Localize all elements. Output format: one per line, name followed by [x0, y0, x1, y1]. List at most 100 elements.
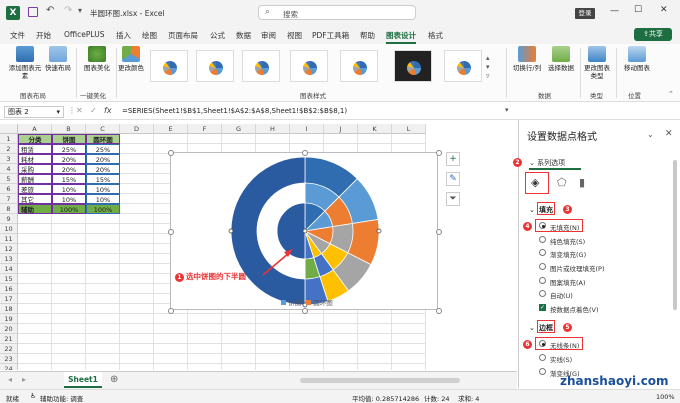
row-header-2[interactable]: 2	[0, 144, 18, 154]
row-header-11[interactable]: 11	[0, 234, 18, 244]
cell-G20[interactable]	[222, 324, 256, 334]
cell-H20[interactable]	[256, 324, 290, 334]
cell-H23[interactable]	[256, 354, 290, 364]
row-header-15[interactable]: 15	[0, 274, 18, 284]
cell-C2[interactable]: 25%	[86, 144, 120, 154]
cell-K23[interactable]	[358, 354, 392, 364]
formula-text[interactable]: =SERIES(Sheet1!$B$1,Sheet1!$A$2:$A$8,She…	[122, 107, 347, 115]
cell-B5[interactable]: 15%	[52, 174, 86, 184]
cell-D8[interactable]	[120, 204, 154, 214]
qat-more-icon[interactable]: ▾	[78, 6, 82, 15]
row-header-22[interactable]: 22	[0, 344, 18, 354]
cell-A11[interactable]	[18, 234, 52, 244]
fill-line-tab-icon[interactable]: ◈	[531, 176, 539, 189]
accessibility-status[interactable]: 辅助功能: 调查	[40, 393, 83, 403]
chart-elements-plus-icon[interactable]: +	[446, 152, 460, 166]
cell-A20[interactable]	[18, 324, 52, 334]
cell-C7[interactable]: 10%	[86, 194, 120, 204]
cell-A13[interactable]	[18, 254, 52, 264]
select-data-button[interactable]: 选择数据	[544, 46, 578, 72]
cell-L23[interactable]	[392, 354, 426, 364]
cell-D16[interactable]	[120, 284, 154, 294]
fx-icon[interactable]: fx	[104, 106, 112, 115]
tab-insert[interactable]: 插入	[116, 30, 131, 41]
cell-D19[interactable]	[120, 314, 154, 324]
pane-options-chevron-icon[interactable]: ⌄	[647, 130, 654, 139]
cell-D20[interactable]	[120, 324, 154, 334]
column-header-K[interactable]: K	[358, 124, 392, 134]
chart-style-6[interactable]	[394, 50, 432, 82]
chart-style-4[interactable]	[290, 50, 328, 82]
row-header-20[interactable]: 20	[0, 324, 18, 334]
tab-data[interactable]: 数据	[236, 30, 251, 41]
cell-H1[interactable]	[256, 134, 290, 144]
cell-C8[interactable]: 100%	[86, 204, 120, 214]
cell-F24[interactable]	[188, 364, 222, 370]
cell-A1[interactable]: 分类	[18, 134, 52, 144]
row-header-24[interactable]: 24	[0, 364, 18, 370]
cell-C18[interactable]	[86, 304, 120, 314]
cell-E21[interactable]	[154, 334, 188, 344]
chart-style-5[interactable]	[340, 50, 378, 82]
cell-D18[interactable]	[120, 304, 154, 314]
cell-B6[interactable]: 10%	[52, 184, 86, 194]
cell-D15[interactable]	[120, 274, 154, 284]
redo-icon[interactable]: ↷	[64, 5, 72, 16]
cell-G23[interactable]	[222, 354, 256, 364]
cell-A18[interactable]	[18, 304, 52, 314]
cell-I19[interactable]	[290, 314, 324, 324]
cell-B9[interactable]	[52, 214, 86, 224]
cell-C15[interactable]	[86, 274, 120, 284]
row-header-18[interactable]: 18	[0, 304, 18, 314]
solid-line-radio[interactable]	[539, 354, 546, 361]
cell-L22[interactable]	[392, 344, 426, 354]
cell-L21[interactable]	[392, 334, 426, 344]
styles-scroll-icon[interactable]: ▴ ▾ ▿	[486, 54, 490, 81]
row-header-19[interactable]: 19	[0, 314, 18, 324]
cell-A6[interactable]: 差旅	[18, 184, 52, 194]
cell-L19[interactable]	[392, 314, 426, 324]
cell-B7[interactable]: 10%	[52, 194, 86, 204]
cell-B22[interactable]	[52, 344, 86, 354]
series-options-tab-icon[interactable]: ▮	[579, 176, 585, 189]
cell-B12[interactable]	[52, 244, 86, 254]
picture-fill-radio[interactable]	[539, 263, 546, 270]
cell-H19[interactable]	[256, 314, 290, 324]
auto-fill-radio[interactable]	[539, 290, 546, 297]
cell-I24[interactable]	[290, 364, 324, 370]
tab-help[interactable]: 帮助	[360, 30, 375, 41]
column-header-B[interactable]: B	[52, 124, 86, 134]
cell-H22[interactable]	[256, 344, 290, 354]
cell-L24[interactable]	[392, 364, 426, 370]
cell-J22[interactable]	[324, 344, 358, 354]
cell-I20[interactable]	[290, 324, 324, 334]
gradient-line-radio[interactable]	[539, 368, 546, 375]
cell-G24[interactable]	[222, 364, 256, 370]
cell-D10[interactable]	[120, 224, 154, 234]
horizontal-scrollbar[interactable]	[300, 378, 460, 383]
cell-I23[interactable]	[290, 354, 324, 364]
chart-style-3[interactable]	[242, 50, 280, 82]
cell-D24[interactable]	[120, 364, 154, 370]
add-sheet-icon[interactable]: ⊕	[110, 374, 118, 385]
resize-handle[interactable]	[168, 308, 174, 314]
row-header-23[interactable]: 23	[0, 354, 18, 364]
cell-A4[interactable]: 采购	[18, 164, 52, 174]
cell-D2[interactable]	[120, 144, 154, 154]
cell-A15[interactable]	[18, 274, 52, 284]
login-button[interactable]: 登录	[575, 8, 595, 19]
row-header-3[interactable]: 3	[0, 154, 18, 164]
cell-A9[interactable]	[18, 214, 52, 224]
column-header-E[interactable]: E	[154, 124, 188, 134]
cell-G19[interactable]	[222, 314, 256, 324]
cell-G1[interactable]	[222, 134, 256, 144]
cell-A17[interactable]	[18, 294, 52, 304]
row-header-8[interactable]: 8	[0, 204, 18, 214]
chart-style-7[interactable]	[444, 50, 482, 82]
border-header[interactable]: 边框	[539, 323, 553, 333]
cell-B11[interactable]	[52, 234, 86, 244]
cell-D17[interactable]	[120, 294, 154, 304]
cell-K24[interactable]	[358, 364, 392, 370]
cell-F21[interactable]	[188, 334, 222, 344]
cell-A5[interactable]: 薪酬	[18, 174, 52, 184]
